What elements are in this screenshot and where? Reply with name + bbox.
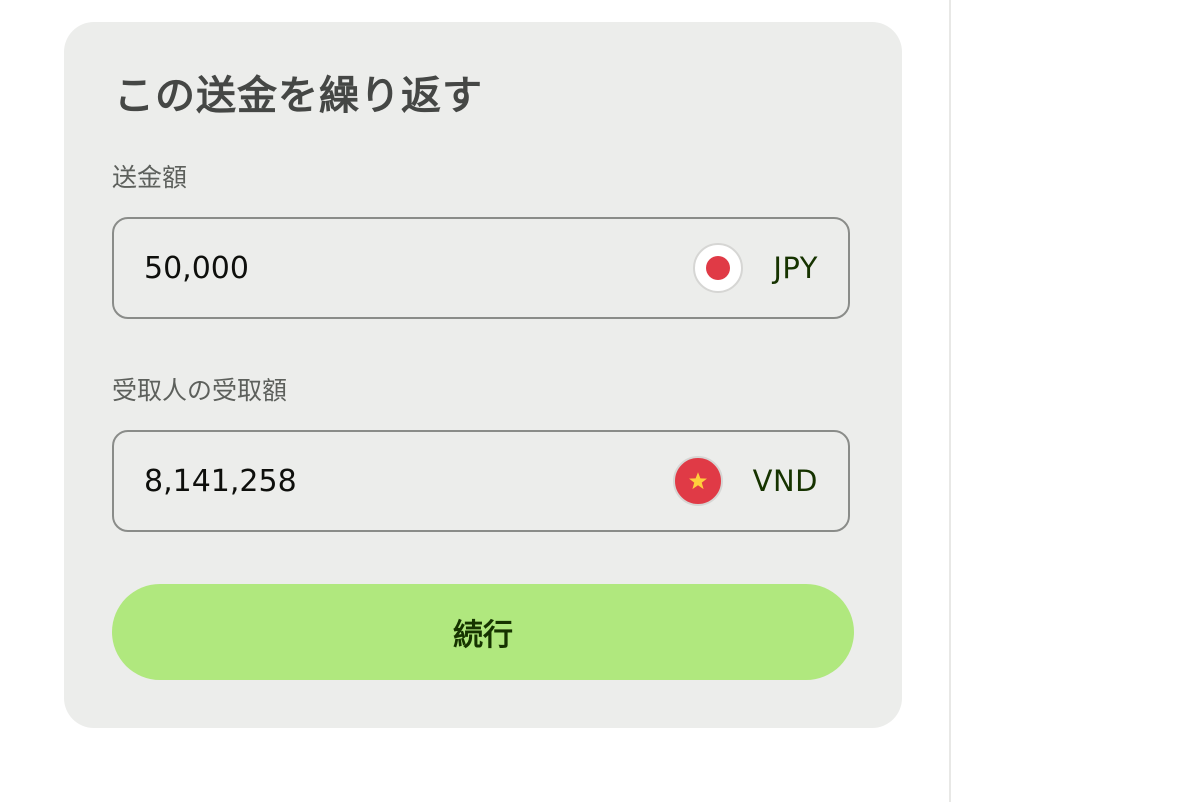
- repeat-transfer-card: この送金を繰り返す 送金額 JPY 受取人の受取額 VND: [64, 22, 902, 728]
- receive-currency-code: VND: [752, 464, 818, 498]
- send-amount-label: 送金額: [112, 163, 188, 192]
- send-currency-code: JPY: [773, 251, 818, 285]
- receive-amount-field: VND: [112, 430, 850, 532]
- card-title: この送金を繰り返す: [114, 73, 483, 119]
- japan-flag-icon: [693, 243, 744, 293]
- send-currency-selector[interactable]: JPY: [693, 219, 818, 317]
- continue-button[interactable]: 続行: [112, 584, 854, 680]
- vietnam-flag-icon: [672, 456, 723, 506]
- send-amount-field: JPY: [112, 217, 850, 319]
- receive-amount-input[interactable]: [144, 432, 594, 530]
- receive-currency-selector[interactable]: VND: [672, 432, 818, 530]
- receive-amount-label: 受取人の受取額: [112, 376, 288, 405]
- right-panel-divider: [949, 0, 951, 802]
- page: この送金を繰り返す 送金額 JPY 受取人の受取額 VND: [0, 0, 1190, 802]
- send-amount-input[interactable]: [144, 219, 594, 317]
